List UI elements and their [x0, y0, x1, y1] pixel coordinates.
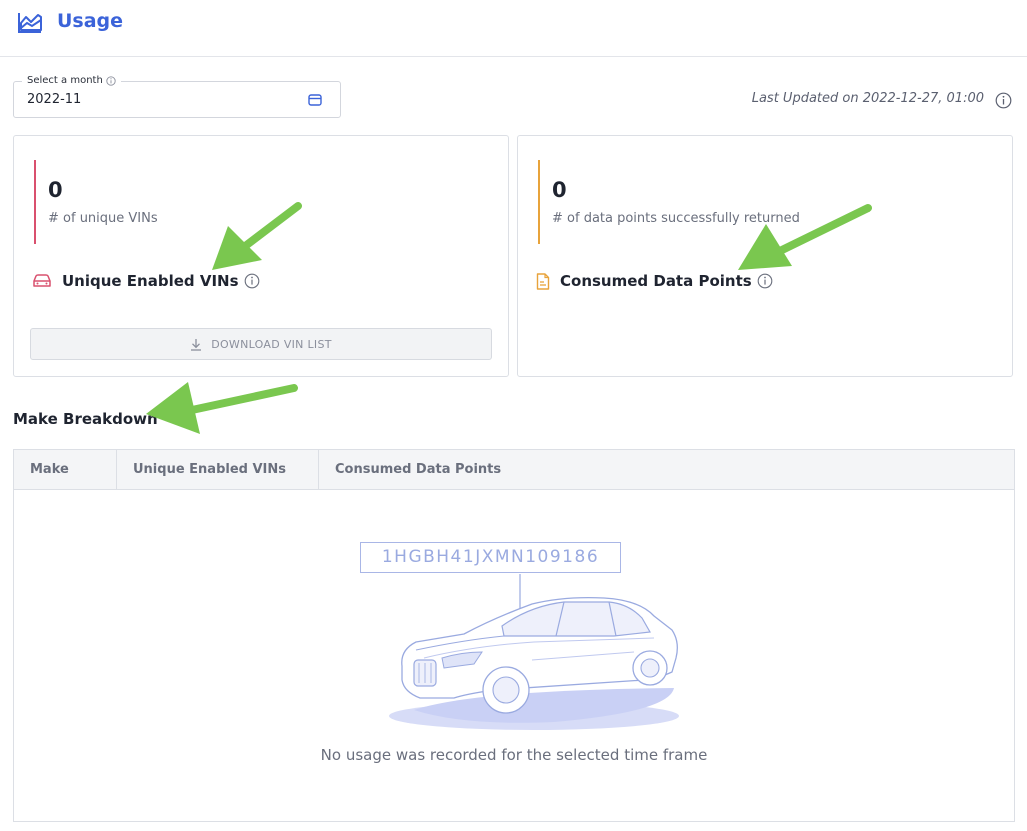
last-updated-text: Last Updated on 2022-12-27, 01:00	[751, 91, 984, 106]
month-picker-label: Select a month	[27, 75, 103, 86]
vin-badge: 1HGBH41JXMN109186	[360, 542, 621, 573]
column-header-unique-vins[interactable]: Unique Enabled VINs	[117, 450, 319, 490]
download-vin-list-label: DOWNLOAD VIN LIST	[211, 337, 332, 351]
column-header-data-points[interactable]: Consumed Data Points	[319, 450, 619, 490]
make-breakdown-title: Make Breakdown	[13, 410, 158, 428]
car-icon	[33, 274, 51, 287]
annotation-arrow-icon	[738, 204, 872, 270]
card-accent-bar	[34, 160, 36, 244]
month-picker[interactable]: Select a month 2022-11	[13, 75, 341, 118]
data-points-count: 0	[552, 178, 567, 202]
table-header: Make Unique Enabled VINs Consumed Data P…	[14, 450, 1014, 490]
month-picker-value: 2022-11	[27, 92, 82, 107]
download-vin-list-button[interactable]: DOWNLOAD VIN LIST	[30, 328, 492, 360]
empty-state-message: No usage was recorded for the selected t…	[320, 746, 708, 764]
make-breakdown-table: Make Unique Enabled VINs Consumed Data P…	[13, 449, 1015, 822]
annotation-arrow-icon	[146, 382, 298, 434]
data-points-label: Consumed Data Points	[560, 272, 752, 290]
calendar-icon[interactable]	[308, 94, 322, 106]
month-picker-legend: Select a month	[22, 75, 121, 86]
page-header: Usage	[0, 0, 1027, 57]
column-header-make[interactable]: Make	[14, 450, 117, 490]
unique-vins-count: 0	[48, 178, 63, 202]
unique-vins-caption: # of unique VINs	[48, 211, 158, 226]
page-title: Usage	[57, 10, 124, 32]
annotation-arrow-icon	[212, 202, 302, 270]
document-icon	[536, 272, 550, 290]
info-icon[interactable]	[995, 92, 1012, 109]
info-icon[interactable]	[106, 75, 116, 86]
chart-line-icon	[18, 13, 42, 33]
card-accent-bar	[538, 160, 540, 244]
download-icon	[191, 338, 202, 351]
